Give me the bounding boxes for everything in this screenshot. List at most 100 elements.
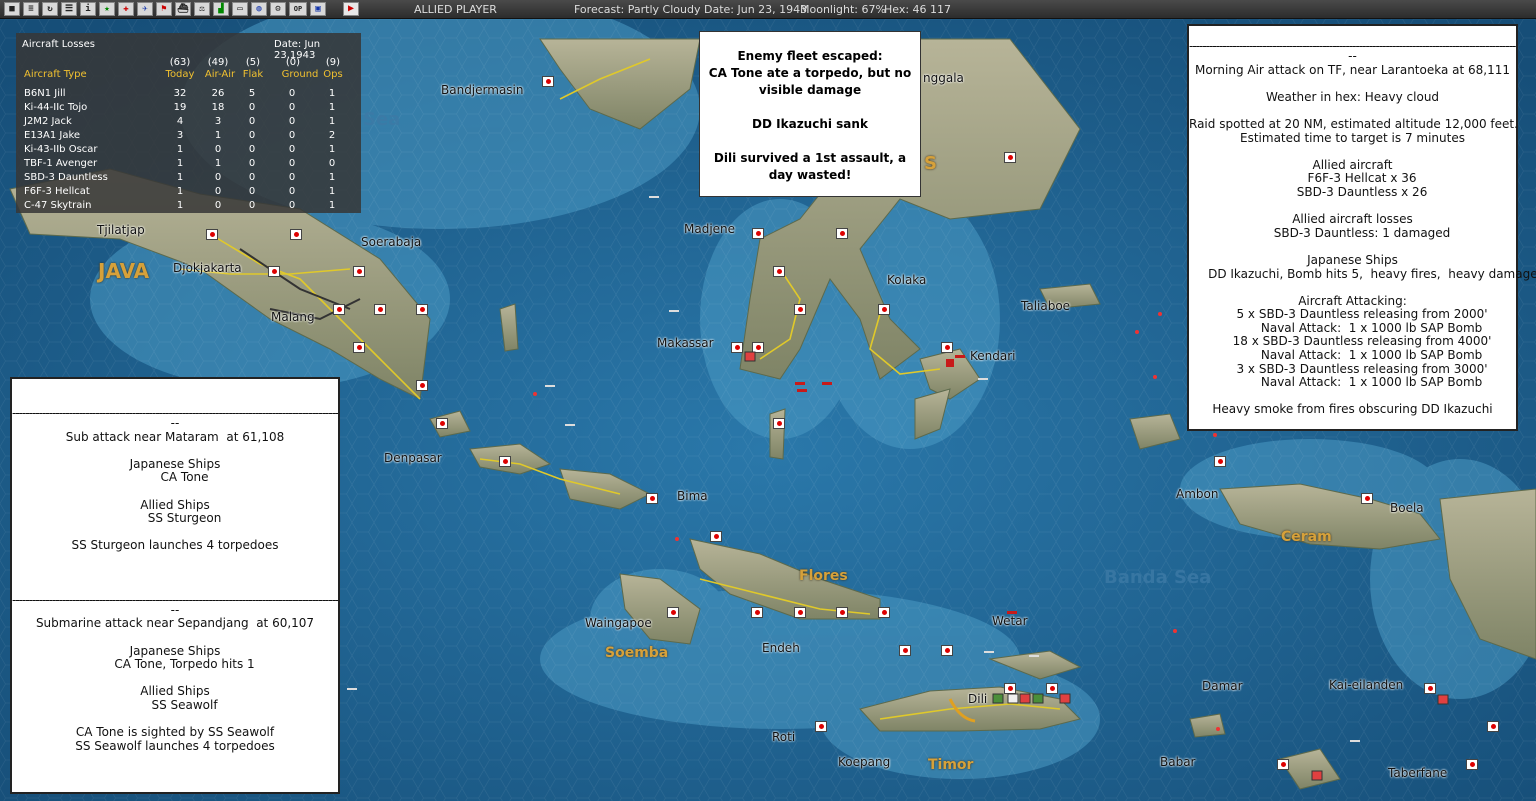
place-wetar[interactable]: Wetar [992, 614, 1028, 628]
base-marker[interactable] [710, 531, 722, 542]
base-marker[interactable] [1466, 759, 1478, 770]
place-bandjermasin[interactable]: Bandjermasin [441, 83, 523, 97]
place-waingapoe[interactable]: Waingapoe [585, 616, 652, 630]
place-boela[interactable]: Boela [1390, 501, 1424, 515]
col-aircraft-type: Aircraft Type [24, 69, 87, 80]
base-marker[interactable] [1361, 493, 1373, 504]
base-marker[interactable] [436, 418, 448, 429]
base-marker[interactable] [941, 342, 953, 353]
flak-cell: 0 [248, 144, 256, 155]
place-endeh[interactable]: Endeh [762, 641, 800, 655]
base-marker[interactable] [752, 228, 764, 239]
base-marker[interactable] [1487, 721, 1499, 732]
base-marker[interactable] [542, 76, 554, 87]
submarine-combat-report[interactable]: ----------------------------------------… [10, 377, 340, 794]
base-marker[interactable] [794, 607, 806, 618]
base-marker[interactable] [836, 228, 848, 239]
base-marker[interactable] [752, 342, 764, 353]
op-icon[interactable]: OP [289, 2, 307, 16]
place-bima[interactable]: Bima [677, 489, 708, 503]
base-marker[interactable] [941, 645, 953, 656]
place-nggala[interactable]: nggala [923, 71, 964, 85]
base-marker[interactable] [333, 304, 345, 315]
refresh-icon[interactable]: ↻ [42, 2, 58, 16]
place-kai-eilanden[interactable]: Kai-eilanden [1329, 678, 1403, 692]
place-soerabaja[interactable]: Soerabaja [361, 235, 421, 249]
star-icon[interactable]: ★ [99, 2, 115, 16]
place-taliaboe[interactable]: Taliaboe [1021, 299, 1070, 313]
base-marker[interactable] [1277, 759, 1289, 770]
place-kendari[interactable]: Kendari [970, 349, 1016, 363]
today-cell: 19 [173, 102, 187, 113]
globe-icon[interactable]: ◍ [251, 2, 267, 16]
report-line [12, 580, 338, 594]
place-malang[interactable]: Malang [271, 310, 315, 324]
play-icon[interactable]: ▶ [343, 2, 359, 16]
base-marker[interactable] [206, 229, 218, 240]
base-marker[interactable] [416, 380, 428, 391]
place-dili[interactable]: Dili [968, 692, 987, 706]
base-marker[interactable] [1004, 152, 1016, 163]
base-marker[interactable] [1046, 683, 1058, 694]
base-marker[interactable] [353, 266, 365, 277]
base-marker[interactable] [815, 721, 827, 732]
base-marker[interactable] [353, 342, 365, 353]
place-madjene[interactable]: Madjene [684, 222, 735, 236]
base-marker[interactable] [374, 304, 386, 315]
place-ambon[interactable]: Ambon [1176, 487, 1218, 501]
place-koepang[interactable]: Koepang [838, 755, 890, 769]
ops-cell: 1 [328, 116, 336, 127]
base-marker[interactable] [1424, 683, 1436, 694]
air-cell: 0 [214, 172, 222, 183]
place-roti[interactable]: Roti [772, 730, 795, 744]
base-marker[interactable] [878, 607, 890, 618]
place-djokjakarta[interactable]: Djokjakarta [173, 261, 242, 275]
base-marker[interactable] [268, 266, 280, 277]
base-marker[interactable] [794, 304, 806, 315]
screen-icon[interactable]: ▣ [310, 2, 326, 16]
air-cell: 0 [214, 200, 222, 211]
base-marker[interactable] [1214, 456, 1226, 467]
ground-cell: 0 [288, 102, 296, 113]
report-line [12, 526, 338, 540]
report-line: -- [1348, 49, 1357, 63]
base-marker[interactable] [899, 645, 911, 656]
place-kolaka[interactable]: Kolaka [887, 273, 926, 287]
base-marker[interactable] [773, 266, 785, 277]
report-line: Sub attack near Mataram at 61,108 [65, 429, 285, 444]
place-babar[interactable]: Babar [1160, 755, 1196, 769]
base-marker[interactable] [878, 304, 890, 315]
plane-icon[interactable]: ✈ [137, 2, 153, 16]
ground-cell: 0 [288, 116, 296, 127]
base-marker[interactable] [290, 229, 302, 240]
place-makassar[interactable]: Makassar [657, 336, 714, 350]
base-marker[interactable] [1004, 683, 1016, 694]
base-marker[interactable] [731, 342, 743, 353]
place-taberfane[interactable]: Taberfane [1388, 766, 1447, 780]
document-icon[interactable]: ≡ [23, 2, 39, 16]
place-damar[interactable]: Damar [1202, 679, 1243, 693]
scale-icon[interactable]: ⚖ [194, 2, 210, 16]
base-marker[interactable] [773, 418, 785, 429]
base-marker[interactable] [751, 607, 763, 618]
base-marker[interactable] [499, 456, 511, 467]
square-icon[interactable]: ■ [4, 2, 20, 16]
flag-icon[interactable]: ⚑ [156, 2, 172, 16]
base-marker[interactable] [667, 607, 679, 618]
medic-icon[interactable]: ✚ [118, 2, 134, 16]
base-marker[interactable] [646, 493, 658, 504]
ops-cell: 1 [328, 102, 336, 113]
ship-icon[interactable]: ⛴ [175, 2, 191, 16]
base-marker[interactable] [836, 607, 848, 618]
chart-icon[interactable]: ▟ [213, 2, 229, 16]
info-icon[interactable]: i [80, 2, 96, 16]
air-attack-combat-report[interactable]: ----------------------------------------… [1187, 24, 1536, 431]
bar-icon[interactable]: ▭ [232, 2, 248, 16]
ground-cell: 0 [288, 200, 296, 211]
place-denpasar[interactable]: Denpasar [384, 451, 442, 465]
list-icon[interactable]: ☰ [61, 2, 77, 16]
base-marker[interactable] [416, 304, 428, 315]
ops-cell: 2 [328, 130, 336, 141]
place-tjilatjap[interactable]: Tjilatjap [97, 223, 145, 237]
gear-icon[interactable]: ⚙ [270, 2, 286, 16]
